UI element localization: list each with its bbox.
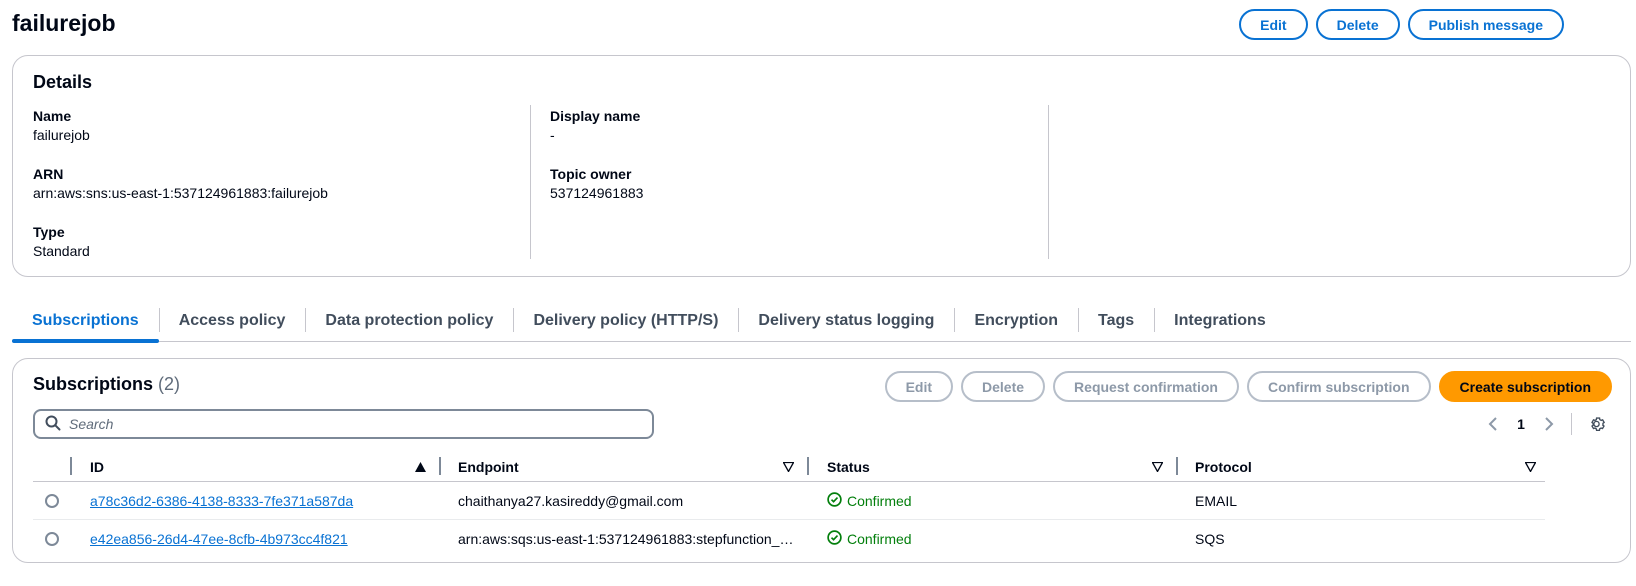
type-label: Type [33, 224, 65, 240]
display-name-value: - [550, 127, 555, 143]
arn-field: ARN arn:aws:sns:us-east-1:537124961883:f… [33, 164, 328, 203]
edit-topic-button[interactable]: Edit [1239, 9, 1308, 40]
endpoint-cell: chaithanya27.kasireddy@gmail.com [458, 493, 684, 509]
details-column-2: Display name - Topic owner 537124961883 [550, 106, 643, 222]
sort-icon[interactable] [783, 451, 794, 482]
subscription-actions: Edit Delete Request confirmation Confirm… [884, 371, 1612, 402]
column-header-endpoint[interactable]: Endpoint [458, 451, 519, 482]
check-circle-icon [827, 492, 842, 510]
pagination-divider [1571, 413, 1572, 435]
details-heading: Details [33, 72, 93, 92]
row-select-radio[interactable] [45, 520, 59, 558]
type-value: Standard [33, 243, 90, 259]
tab-delivery-policy[interactable]: Delivery policy (HTTP/S) [513, 300, 738, 341]
name-label: Name [33, 108, 72, 124]
pagination: 1 [1479, 413, 1612, 435]
check-circle-icon [827, 530, 842, 548]
sort-ascending-icon[interactable] [415, 451, 426, 482]
protocol-cell: EMAIL [1195, 493, 1238, 509]
tab-integrations[interactable]: Integrations [1154, 300, 1286, 341]
publish-message-button[interactable]: Publish message [1407, 9, 1564, 40]
subscriptions-count: (2) [158, 374, 181, 394]
previous-page-icon[interactable] [1479, 413, 1507, 435]
topic-tabs: Subscriptions Access policy Data protect… [12, 300, 1631, 343]
topic-owner-field: Topic owner 537124961883 [550, 164, 643, 203]
topic-actions: Edit Delete Publish message [1239, 9, 1564, 40]
sort-icon[interactable] [1152, 451, 1163, 482]
column-divider[interactable] [439, 457, 441, 475]
current-page[interactable]: 1 [1507, 413, 1535, 435]
tab-data-protection-policy[interactable]: Data protection policy [305, 300, 513, 341]
sort-icon[interactable] [1525, 451, 1536, 482]
subscriptions-panel: Subscriptions (2) Edit Delete Request co… [12, 358, 1631, 563]
create-subscription-button[interactable]: Create subscription [1438, 371, 1612, 402]
display-name-field: Display name - [550, 106, 643, 145]
table-row[interactable]: a78c36d2-6386-4138-8333-7fe371a587da cha… [33, 482, 1545, 520]
details-panel: Details Name failurejob ARN arn:aws:sns:… [12, 55, 1631, 277]
delete-topic-button[interactable]: Delete [1315, 9, 1400, 40]
tab-encryption[interactable]: Encryption [954, 300, 1078, 341]
request-confirmation-button[interactable]: Request confirmation [1053, 371, 1239, 402]
gear-icon[interactable] [1584, 413, 1612, 435]
subscriptions-heading-text: Subscriptions [33, 374, 154, 394]
column-header-id[interactable]: ID [90, 451, 104, 482]
column-divider[interactable] [1176, 457, 1178, 475]
column-header-protocol[interactable]: Protocol [1195, 451, 1252, 482]
type-field: Type Standard [33, 222, 328, 261]
status-text: Confirmed [847, 493, 912, 509]
tab-subscriptions[interactable]: Subscriptions [12, 300, 159, 343]
delete-subscription-button[interactable]: Delete [961, 371, 1046, 402]
endpoint-cell: arn:aws:sqs:us-east-1:537124961883:stepf… [458, 531, 794, 547]
subscription-id-link[interactable]: a78c36d2-6386-4138-8333-7fe371a587da [90, 482, 353, 520]
edit-subscription-button[interactable]: Edit [884, 371, 954, 402]
details-column-1: Name failurejob ARN arn:aws:sns:us-east-… [33, 106, 328, 280]
page-title: failurejob [12, 10, 116, 36]
arn-value: arn:aws:sns:us-east-1:537124961883:failu… [33, 185, 328, 201]
column-divider [70, 457, 72, 475]
confirm-subscription-button[interactable]: Confirm subscription [1246, 371, 1431, 402]
column-divider[interactable] [807, 457, 809, 475]
topic-owner-label: Topic owner [550, 166, 632, 182]
table-header: ID Endpoint Status Protocol [33, 451, 1545, 482]
display-name-label: Display name [550, 108, 641, 124]
table-row[interactable]: e42ea856-26d4-47ee-8cfb-4b973cc4f821 arn… [33, 520, 1545, 558]
subscriptions-table: ID Endpoint Status Protocol a78c36d2-638… [33, 451, 1545, 558]
details-divider [1048, 105, 1049, 259]
search-icon [45, 415, 61, 434]
arn-label: ARN [33, 166, 64, 182]
search-field[interactable] [33, 409, 654, 439]
next-page-icon[interactable] [1535, 413, 1563, 435]
tab-delivery-status-logging[interactable]: Delivery status logging [738, 300, 954, 341]
search-input[interactable] [69, 416, 629, 432]
status-text: Confirmed [847, 531, 912, 547]
column-header-status[interactable]: Status [827, 451, 870, 482]
tab-tags[interactable]: Tags [1078, 300, 1154, 341]
subscription-id-link[interactable]: e42ea856-26d4-47ee-8cfb-4b973cc4f821 [90, 520, 348, 558]
subscriptions-heading: Subscriptions (2) [33, 374, 180, 395]
status-cell: Confirmed [827, 482, 912, 520]
row-select-radio[interactable] [45, 482, 59, 520]
status-cell: Confirmed [827, 520, 912, 558]
name-field: Name failurejob [33, 106, 328, 145]
details-divider [530, 105, 531, 259]
name-value: failurejob [33, 127, 90, 143]
protocol-cell: SQS [1195, 531, 1225, 547]
tab-access-policy[interactable]: Access policy [158, 300, 306, 341]
topic-owner-value: 537124961883 [550, 185, 644, 201]
